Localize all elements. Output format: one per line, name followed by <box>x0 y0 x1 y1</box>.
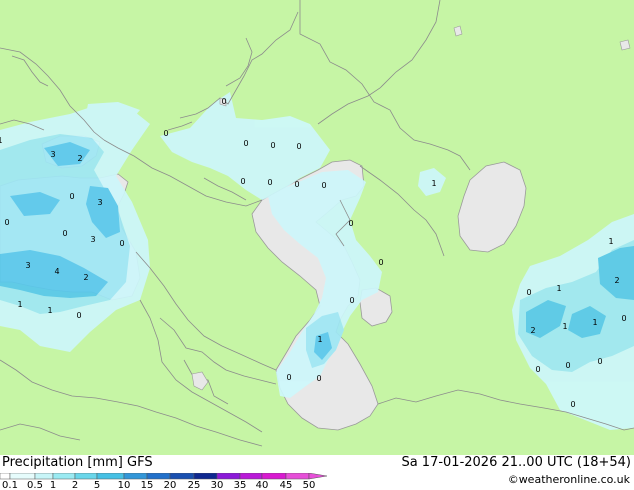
map-value-label: 0 <box>243 139 248 148</box>
precipitation-map: 3 2 1 0 3 0 3 0 3 4 2 1 1 0 0 0 0 0 0 0 0 0 0 0 0 0 0 1 0 0 0 1 1 2 2 1 1 1 0 0… <box>0 0 634 455</box>
color-scale-swatch <box>123 473 148 480</box>
color-scale-swatches <box>0 473 328 480</box>
map-value-label: 0 <box>221 97 226 106</box>
map-value-label: 0 <box>4 218 9 227</box>
color-scale: 0.1 0.5 1 2 5 10 15 20 25 30 35 40 45 50 <box>0 473 328 490</box>
map-value-label: 1 <box>562 322 567 331</box>
map-value-label: 1 <box>608 237 613 246</box>
color-scale-swatch <box>216 473 241 480</box>
color-scale-swatch <box>34 473 54 480</box>
color-scale-swatch <box>261 473 287 480</box>
color-scale-ticks: 0.1 0.5 1 2 5 10 15 20 25 30 35 40 45 50 <box>2 480 315 490</box>
map-value-label: 0 <box>76 311 81 320</box>
map-value-label: 0 <box>163 129 168 138</box>
map-value-label: 0 <box>69 192 74 201</box>
map-value-label: 0 <box>267 178 272 187</box>
map-value-label: 1 <box>592 318 597 327</box>
color-scale-tick-label: 20 <box>164 480 177 490</box>
color-scale-swatch <box>193 473 218 480</box>
map-value-label: 3 <box>97 198 102 207</box>
lake-small <box>619 39 631 51</box>
map-value-label: 0 <box>378 258 383 267</box>
footer-bar: Precipitation [mm] GFS Sa 17-01-2026 21.… <box>0 455 634 490</box>
map-value-label: 0 <box>296 142 301 151</box>
color-scale-tick-label: 25 <box>188 480 201 490</box>
map-value-label: 0 <box>240 177 245 186</box>
color-scale-tick-label: 35 <box>234 480 247 490</box>
color-scale-swatch <box>285 473 310 480</box>
map-value-label: 3 <box>50 150 55 159</box>
color-scale-swatch <box>52 473 76 480</box>
map-value-label: 0 <box>270 141 275 150</box>
map-value-label: 3 <box>25 261 30 270</box>
map-value-label: 0 <box>286 373 291 382</box>
map-value-label: 2 <box>83 273 88 282</box>
color-scale-swatch <box>239 473 263 480</box>
color-scale-tick-label: 0.1 <box>2 480 18 490</box>
color-scale-tick-label: 15 <box>141 480 154 490</box>
map-value-label: 0 <box>526 288 531 297</box>
map-value-label: 0 <box>570 400 575 409</box>
color-scale-swatch <box>146 473 171 480</box>
color-scale-arrow <box>308 473 328 480</box>
map-value-label: 4 <box>54 267 59 276</box>
color-scale-tick-label: 10 <box>118 480 131 490</box>
color-scale-tick-label: 40 <box>256 480 269 490</box>
map-value-label: 0 <box>62 229 67 238</box>
map-value-label: 2 <box>77 154 82 163</box>
valid-time: Sa 17-01-2026 21..00 UTC (18+54) <box>401 455 631 470</box>
credit-text: ©weatheronline.co.uk <box>507 473 630 486</box>
map-value-label: 0 <box>321 181 326 190</box>
map-value-label: 3 <box>90 235 95 244</box>
color-scale-tick-label: 45 <box>280 480 293 490</box>
map-value-label: 0 <box>349 296 354 305</box>
map-value-label: 0 <box>119 239 124 248</box>
color-scale-tick-label: 30 <box>211 480 224 490</box>
color-scale-swatch <box>0 473 11 480</box>
color-scale-swatch <box>74 473 98 480</box>
map-value-label: 1 <box>317 335 322 344</box>
map-value-label: 2 <box>614 276 619 285</box>
color-scale-swatch <box>169 473 195 480</box>
map-value-label: 1 <box>0 136 3 145</box>
map-value-label: 0 <box>294 180 299 189</box>
map-value-label: 1 <box>556 284 561 293</box>
color-scale-swatch <box>9 473 36 480</box>
color-scale-swatch <box>96 473 125 480</box>
map-value-label: 0 <box>316 374 321 383</box>
map-value-label: 0 <box>535 365 540 374</box>
map-value-label: 0 <box>597 357 602 366</box>
color-scale-tick-label: 50 <box>303 480 316 490</box>
map-title: Precipitation [mm] GFS <box>2 455 153 470</box>
color-scale-tick-label: 1 <box>50 480 56 490</box>
map-value-label: 1 <box>47 306 52 315</box>
map-value-label: 2 <box>530 326 535 335</box>
color-scale-tick-label: 2 <box>72 480 78 490</box>
color-scale-tick-label: 5 <box>94 480 100 490</box>
map-value-label: 0 <box>348 219 353 228</box>
color-scale-tick-label: 0.5 <box>27 480 43 490</box>
map-value-label: 0 <box>565 361 570 370</box>
map-value-label: 1 <box>431 179 436 188</box>
map-value-label: 0 <box>621 314 626 323</box>
map-value-label: 1 <box>17 300 22 309</box>
